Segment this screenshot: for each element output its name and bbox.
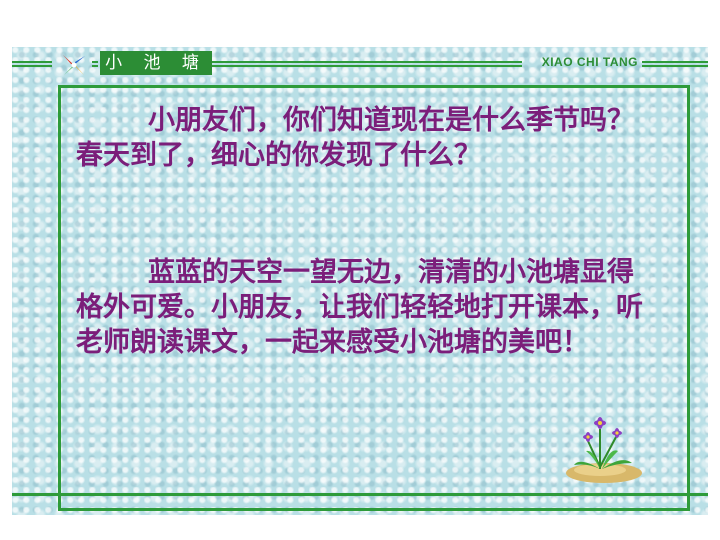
page-subtitle: XIAO CHI TANG [541, 55, 638, 69]
bottom-rule [12, 493, 708, 496]
header-rule-middle [92, 61, 98, 67]
intro-text: 小朋友们，你们知道现在是什么季节吗？春天到了，细心的你发现了什么？ [76, 105, 634, 171]
flower-on-rock-icon [566, 417, 642, 483]
header-rule-right [212, 61, 522, 67]
description-paragraph: 蓝蓝的天空一望无边，清清的小池塘显得格外可爱。小朋友，让我们轻轻地打开课本，听老… [76, 255, 656, 360]
intro-paragraph: 小朋友们，你们知道现在是什么季节吗？春天到了，细心的你发现了什么？ [76, 103, 656, 173]
header-rule-left [12, 61, 52, 67]
header-rule-end [642, 61, 708, 67]
slide: 小 池 塘 XIAO CHI TANG 小朋友们，你们知道现在是什么季节吗？春天… [12, 47, 708, 515]
pinwheel-star-icon [63, 55, 85, 75]
description-text: 蓝蓝的天空一望无边，清清的小池塘显得格外可爱。小朋友，让我们轻轻地打开课本，听老… [76, 257, 643, 358]
page-title: 小 池 塘 [100, 51, 212, 75]
